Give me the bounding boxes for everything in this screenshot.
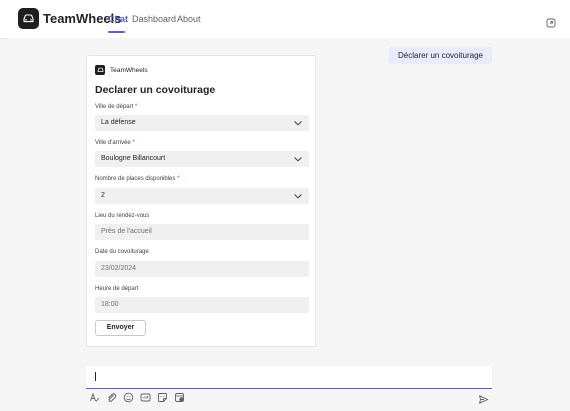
popout-icon[interactable] xyxy=(546,15,556,28)
meeting-point-placeholder: Près de l'accueil xyxy=(101,228,152,235)
attach-icon[interactable] xyxy=(106,392,117,403)
departure-city-value: La défense xyxy=(101,119,136,126)
chevron-down-icon xyxy=(294,157,302,162)
chevron-down-icon xyxy=(294,194,302,199)
arrival-city-value: Boulogne Billancourt xyxy=(101,155,166,162)
gif-icon[interactable] xyxy=(140,392,151,403)
arrival-city-select[interactable]: Boulogne Billancourt xyxy=(95,151,309,167)
card-title: Declarer un covoiturage xyxy=(95,84,216,96)
submit-button[interactable]: Envoyer xyxy=(95,320,146,336)
message-compose-box[interactable] xyxy=(86,366,492,389)
active-tab-indicator xyxy=(108,31,125,33)
time-input[interactable]: 18:00 xyxy=(95,297,309,313)
loop-icon[interactable] xyxy=(174,392,185,403)
date-value: 23/02/2024 xyxy=(101,265,137,272)
field-label-seats: Nombre de places disponibles * xyxy=(95,176,180,182)
user-message: Déclarer un covoiturage xyxy=(389,47,492,64)
send-icon[interactable] xyxy=(478,392,489,404)
field-label-arrival: Ville d'arrivée * xyxy=(95,140,135,146)
emoji-icon[interactable] xyxy=(123,392,134,403)
car-icon xyxy=(18,8,39,29)
chevron-down-icon xyxy=(294,121,302,126)
required-marker: * xyxy=(132,140,135,146)
field-label-departure: Ville de départ * xyxy=(95,104,138,110)
date-input[interactable]: 23/02/2024 xyxy=(95,261,309,277)
format-icon[interactable] xyxy=(89,392,100,403)
required-marker: * xyxy=(177,176,180,182)
field-label-time: Heure de départ xyxy=(95,286,139,292)
field-label-meeting-point: Lieu du rendez-vous xyxy=(95,213,150,219)
bot-avatar xyxy=(95,65,105,75)
adaptive-card: TeamWheels Declarer un covoiturage Ville… xyxy=(86,55,316,347)
tab-about[interactable]: About xyxy=(177,14,201,24)
seats-select[interactable]: 2 xyxy=(95,188,309,204)
field-label-date: Date du covoiturage xyxy=(95,249,149,255)
bot-name: TeamWheels xyxy=(110,66,148,74)
required-marker: * xyxy=(134,104,138,110)
tab-chat[interactable]: Chat xyxy=(108,14,128,24)
time-value: 18:00 xyxy=(101,301,119,308)
bot-header: TeamWheels xyxy=(95,65,148,75)
tab-dashboard[interactable]: Dashboard xyxy=(132,14,176,24)
meeting-point-input[interactable]: Près de l'accueil xyxy=(95,224,309,240)
top-bar: TeamWheels Chat Dashboard About xyxy=(0,0,570,39)
seats-value: 2 xyxy=(101,192,105,199)
departure-city-select[interactable]: La défense xyxy=(95,115,309,131)
sticker-icon[interactable] xyxy=(157,392,168,403)
text-caret xyxy=(95,372,96,381)
